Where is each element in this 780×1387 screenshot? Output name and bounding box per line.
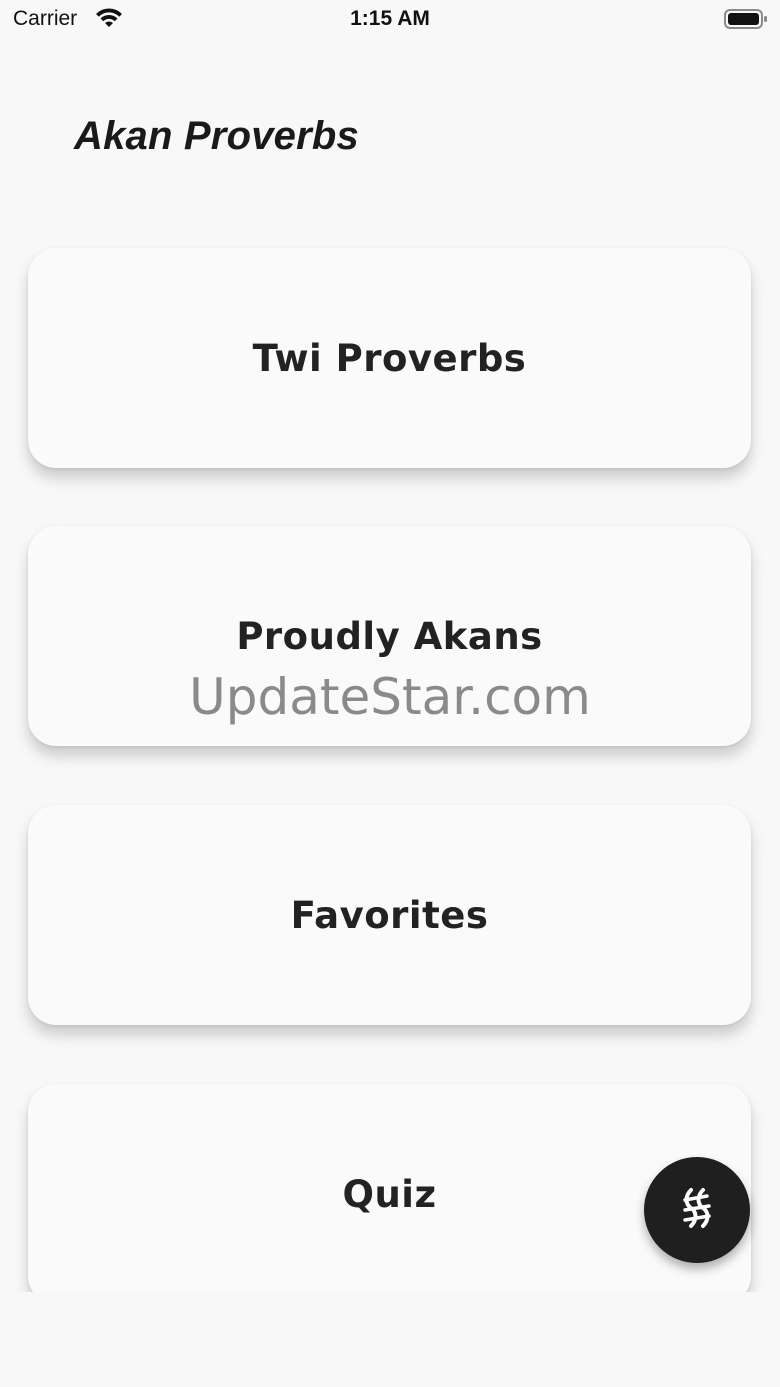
clock-time: 1:15 AM <box>350 7 430 30</box>
menu-card-twi-proverbs[interactable]: Twi Proverbs <box>28 248 751 468</box>
menu-card-label: Favorites <box>290 893 489 937</box>
menu-card-label: Quiz <box>342 1172 437 1216</box>
menu-card-favorites[interactable]: Favorites <box>28 805 751 1025</box>
menu-card-quiz[interactable]: Quiz <box>28 1084 751 1292</box>
fab-button[interactable] <box>644 1157 750 1263</box>
menu-card-label: Proudly Akans <box>236 614 543 658</box>
menu-card-proudly-akans[interactable]: Proudly Akans <box>28 526 751 746</box>
status-bar: Carrier 1:15 AM <box>0 0 780 40</box>
menu-list[interactable]: Twi Proverbs Proudly Akans Favorites Qui… <box>0 220 780 1292</box>
page-title: Akan Proverbs <box>74 114 359 158</box>
menu-card-label: Twi Proverbs <box>252 336 527 380</box>
adinkra-symbol-icon <box>677 1186 717 1234</box>
app-screen: Carrier 1:15 AM Akan Proverbs Twi Prover… <box>0 0 780 1387</box>
battery-icon <box>724 8 768 30</box>
